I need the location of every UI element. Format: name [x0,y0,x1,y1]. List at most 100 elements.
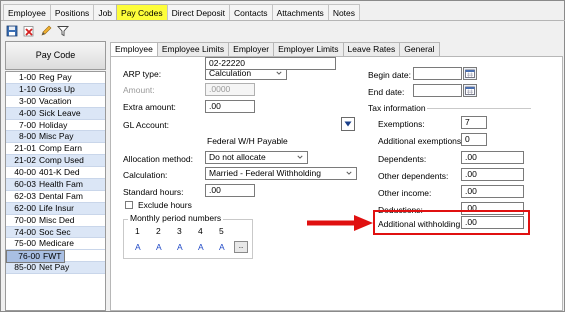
pay-code: 1-10 [18,83,36,94]
pay-code: 1-00 [18,72,36,82]
tab-contacts[interactable]: Contacts [229,4,273,20]
pay-code-name: Life Insur [39,202,74,213]
pay-code: 76-00 [18,251,40,262]
additional-exemptions-input[interactable]: 0 [461,133,487,146]
calculation-select[interactable]: Married - Federal Withholding [205,167,357,180]
pay-code-name: Holiday [39,119,68,130]
pay-code: 40-00 [14,167,36,178]
tab-pay-codes[interactable]: Pay Codes [116,4,168,20]
tab-divider [1,20,565,21]
list-item[interactable]: 4-00 Sick Leave [6,107,105,120]
other-income-label: Other income: [378,188,432,198]
exemptions-input[interactable]: 7 [461,116,487,129]
subtab-employer-limits[interactable]: Employer Limits [273,42,344,56]
tab-employee[interactable]: Employee [3,4,51,20]
tab-direct-deposit[interactable]: Direct Deposit [166,4,231,20]
list-item-selected[interactable]: 76-00 FWT [6,250,66,264]
subtab-leave-rates[interactable]: Leave Rates [342,42,401,56]
monthly-period-title: Monthly period numbers [128,213,224,223]
pay-code: 75-00 [14,238,36,249]
period-value[interactable]: A [219,242,225,252]
list-item[interactable]: 85-00 Net Pay [6,262,105,275]
sub-tab-bar: Employee Employee Limits Employer Employ… [110,42,440,57]
end-date-input[interactable] [413,84,462,97]
arp-type-label: ARP type: [123,69,162,79]
triangle-down-icon [344,121,352,127]
list-item[interactable]: 21-02 Comp Used [6,155,105,168]
period-number: 2 [156,226,161,236]
tab-attachments[interactable]: Attachments [271,4,329,20]
list-item[interactable]: 70-00 Misc Ded [6,215,105,227]
extra-amount-input[interactable]: .00 [205,100,255,113]
amount-label: Amount: [123,85,155,95]
list-item[interactable]: 7-00 Holiday [6,120,105,132]
subtab-general[interactable]: General [399,42,440,56]
pay-code: 70-00 [14,214,36,225]
pay-code-name: Comp Earn [39,143,82,154]
chevron-down-icon [346,171,352,175]
gl-account-description: Federal W/H Payable [207,136,288,146]
list-item[interactable]: 60-03 Health Fam [6,179,105,191]
calendar-icon[interactable] [463,67,477,80]
pay-code-name: FWT [43,251,62,262]
monthly-period-group [123,219,253,259]
calendar-icon[interactable] [463,84,477,97]
exemptions-label: Exemptions: [378,119,425,129]
tab-positions[interactable]: Positions [49,4,95,20]
pay-code: 74-00 [14,226,36,237]
period-value[interactable]: A [177,242,183,252]
period-value[interactable]: A [135,242,141,252]
period-value[interactable]: A [198,242,204,252]
gl-account-dropdown-button[interactable] [341,117,355,131]
save-icon[interactable] [5,24,19,38]
pay-code-list: 1-00 Reg Pay 1-10 Gross Up 3-00 Vacation 4-… [5,71,106,311]
tab-job[interactable]: Job [93,4,118,20]
begin-date-input[interactable] [413,67,462,80]
pay-code-name: Sick Leave [39,107,81,118]
list-item[interactable]: 40-00 401-K Ded [6,167,105,180]
other-income-input[interactable]: .00 [461,185,524,198]
pay-code: 3-00 [18,95,36,106]
more-periods-button[interactable]: .. [234,241,248,253]
pay-code-name: Medicare [39,238,74,249]
additional-withholding-input[interactable]: .00 [461,216,524,229]
amount-input[interactable]: .0000 [205,83,255,96]
list-item[interactable]: 1-10 Gross Up [6,83,105,96]
filter-icon[interactable] [56,24,70,38]
list-item[interactable]: 21-01 Comp Earn [6,143,105,156]
pay-code-name: Misc Ded [39,214,75,225]
standard-hours-input[interactable]: .00 [205,184,255,197]
subtab-employer[interactable]: Employer [228,42,275,56]
additional-withholding-label: Additional withholding: [378,219,463,229]
subtab-employee-limits[interactable]: Employee Limits [156,42,230,56]
tab-notes[interactable]: Notes [327,4,361,20]
subtab-employee[interactable]: Employee [110,42,158,57]
period-number: 5 [219,226,224,236]
pay-code: 62-03 [14,190,36,201]
list-item[interactable]: 62-03 Dental Fam [6,191,105,203]
pay-code: 21-02 [14,155,36,166]
pay-code-name: 401-K Ded [39,167,80,178]
list-item[interactable]: 62-00 Life Insur [6,202,105,215]
dependents-input[interactable]: .00 [461,151,524,164]
period-number: 3 [177,226,182,236]
gl-account-label: GL Account: [123,120,169,130]
other-dependents-input[interactable]: .00 [461,168,524,181]
period-number: 4 [198,226,203,236]
list-item[interactable]: 1-00 Reg Pay [6,72,105,84]
delete-icon[interactable] [22,24,36,38]
exclude-hours-label: Exclude hours [138,200,192,210]
app-window: Employee Positions Job Pay Codes Direct … [0,0,565,312]
list-item[interactable]: 75-00 Medicare [6,238,105,251]
list-item[interactable]: 74-00 Soc Sec [6,226,105,239]
list-item[interactable]: 3-00 Vacation [6,96,105,108]
dependents-label: Dependents: [378,154,427,164]
period-value[interactable]: A [156,242,162,252]
pay-code-column-header[interactable]: Pay Code [5,41,106,70]
gl-account-input[interactable]: 02-22220 [205,57,336,70]
allocation-method-select[interactable]: Do not allocate [205,151,308,164]
calculation-label: Calculation: [123,170,168,180]
list-item[interactable]: 8-00 Misc Pay [6,131,105,144]
exclude-hours-checkbox[interactable] [125,201,133,209]
edit-icon[interactable] [39,24,53,38]
